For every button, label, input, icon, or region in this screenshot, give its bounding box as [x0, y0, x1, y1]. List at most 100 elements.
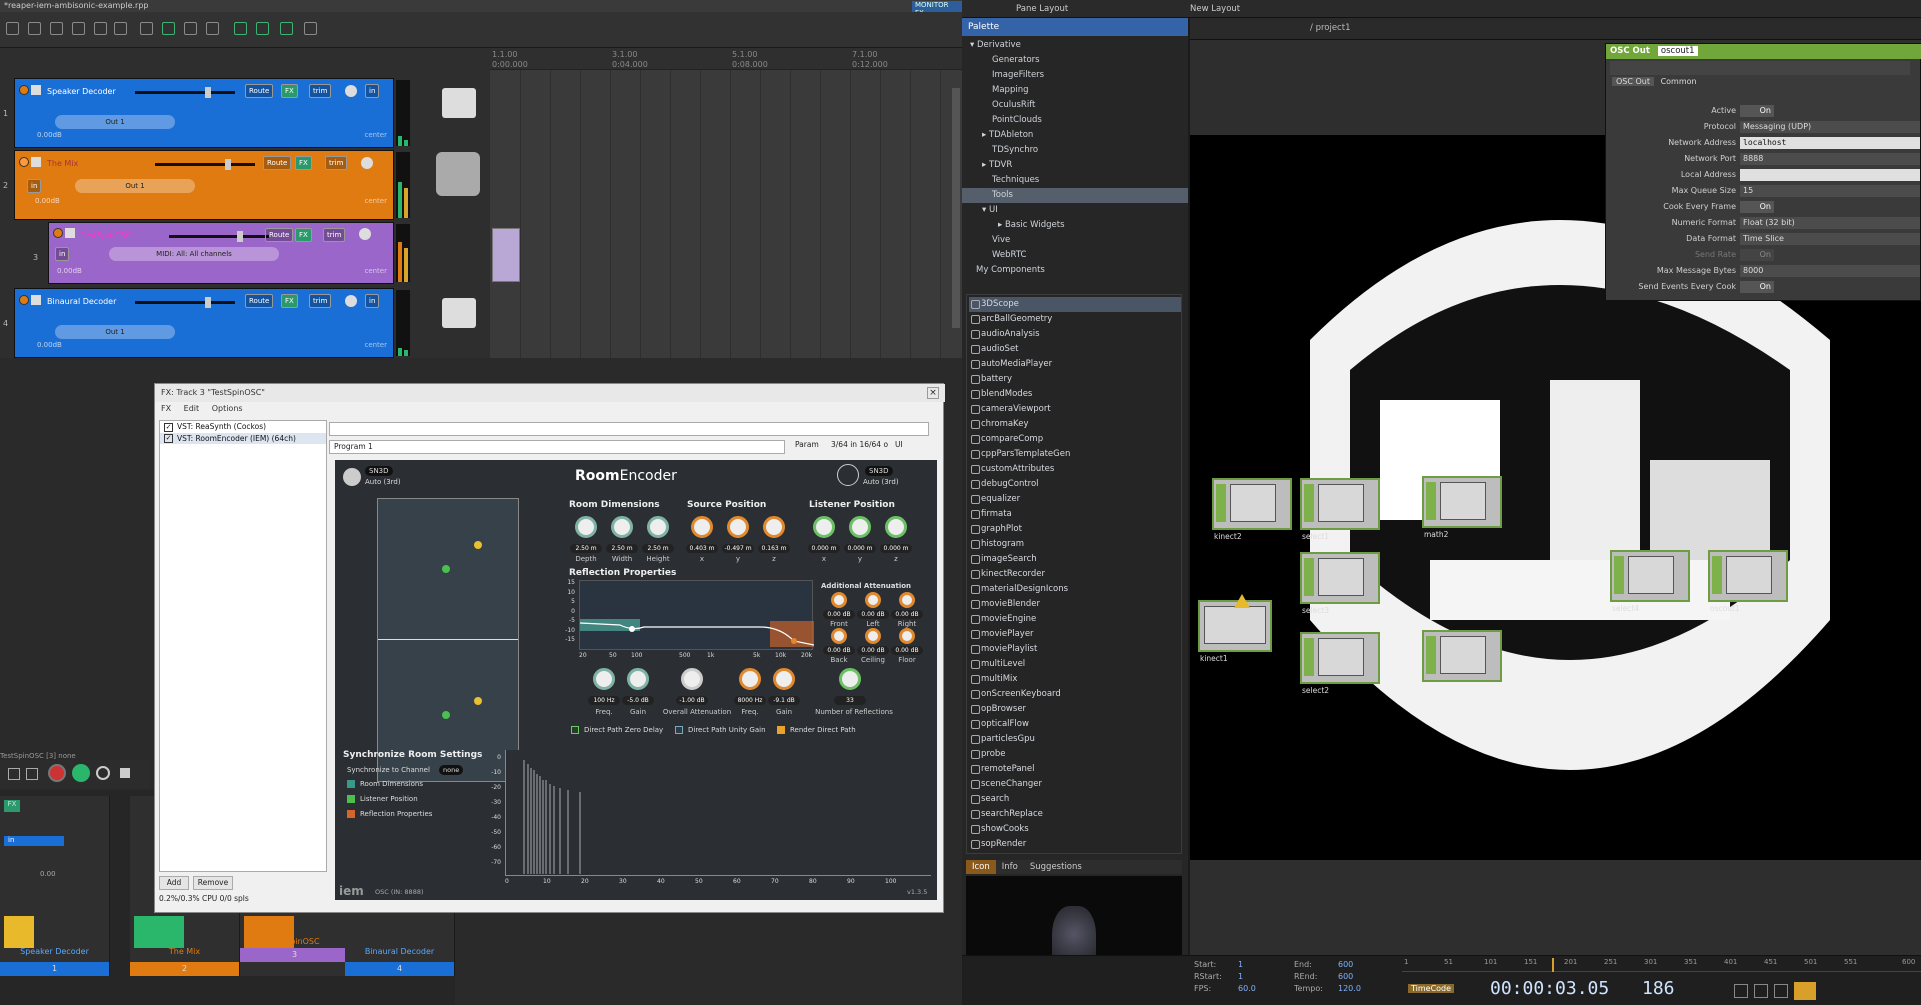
mixer-strip[interactable]: FX in 0.00 Speaker Decoder 1: [0, 796, 110, 976]
width-knob[interactable]: [611, 516, 633, 538]
palette-tree-item[interactable]: WebRTC: [962, 248, 1188, 263]
param-local-address[interactable]: Local Address: [1606, 168, 1921, 182]
trim-button[interactable]: trim: [309, 294, 332, 308]
track-name[interactable]: TestSpinOSC: [81, 231, 131, 240]
input-normalization[interactable]: SN3D: [365, 466, 393, 476]
component-item[interactable]: particlesGpu: [969, 732, 1181, 747]
lock-icon[interactable]: [304, 22, 317, 35]
reflection-eq-graph[interactable]: [579, 580, 815, 650]
track-3[interactable]: 3 TestSpinOSC Route FX trim in MIDI: All…: [33, 222, 394, 284]
node-select4[interactable]: select4: [1610, 550, 1690, 613]
param-active[interactable]: Active On: [1606, 104, 1921, 118]
ui-button[interactable]: UI: [895, 440, 903, 449]
fps-value[interactable]: 60.0: [1238, 984, 1256, 993]
listener-dot[interactable]: [442, 711, 450, 719]
component-item[interactable]: moviePlayer: [969, 627, 1181, 642]
room-visualizer[interactable]: [377, 498, 519, 782]
record-arm-icon[interactable]: [19, 295, 29, 305]
track-name[interactable]: The Mix: [47, 159, 78, 168]
component-item[interactable]: moviePlaylist: [969, 642, 1181, 657]
depth-knob[interactable]: [575, 516, 597, 538]
go-to-end-icon[interactable]: [26, 768, 38, 780]
tab-common[interactable]: Common: [1657, 77, 1701, 86]
component-item[interactable]: remotePanel: [969, 762, 1181, 777]
fx-list-item[interactable]: ✓ VST: RoomEncoder (IEM) (64ch): [160, 432, 326, 444]
component-item[interactable]: multiMix: [969, 672, 1181, 687]
component-item[interactable]: imageSearch: [969, 552, 1181, 567]
param-network-address[interactable]: Network Address localhost: [1606, 136, 1921, 150]
tab-suggestions[interactable]: Suggestions: [1024, 860, 1088, 874]
mixer-input[interactable]: in: [4, 836, 64, 846]
input-order[interactable]: Auto (3rd): [365, 478, 401, 486]
component-item[interactable]: cameraViewport: [969, 402, 1181, 417]
crossfade-icon[interactable]: [206, 22, 219, 35]
palette-tree-item[interactable]: My Components: [962, 263, 1188, 278]
component-item[interactable]: sopRender: [969, 837, 1181, 852]
io-selector[interactable]: Out 1: [75, 179, 195, 193]
phase-icon[interactable]: [31, 157, 41, 167]
overall-attenuation-knob[interactable]: [681, 668, 703, 690]
track-name[interactable]: Binaural Decoder: [47, 297, 116, 306]
component-item[interactable]: blendModes: [969, 387, 1181, 402]
listener-x-knob[interactable]: [813, 516, 835, 538]
remove-fx-button[interactable]: Remove: [193, 876, 233, 890]
mixer-fx-button[interactable]: FX: [4, 800, 20, 812]
timeline-ruler[interactable]: 1.1.00 3.1.00 5.1.00 7.1.00 0:00.000 0:0…: [490, 48, 962, 70]
right-knob[interactable]: [899, 592, 915, 608]
node-math2[interactable]: math2: [1422, 476, 1502, 539]
trim-button[interactable]: trim: [309, 84, 332, 98]
component-item[interactable]: searchReplace: [969, 807, 1181, 822]
source-dot[interactable]: [474, 541, 482, 549]
track-1[interactable]: 1 Speaker Decoder Route FX trim in Out 1…: [3, 78, 394, 148]
component-item[interactable]: probe: [969, 747, 1181, 762]
save-project-icon[interactable]: [50, 22, 63, 35]
palette-tree-item[interactable]: ▾ UI: [962, 203, 1188, 218]
stop-icon[interactable]: [120, 768, 130, 778]
arrange-view[interactable]: 1.1.00 3.1.00 5.1.00 7.1.00 0:00.000 0:0…: [490, 48, 962, 358]
plugin-thumbnail-icon[interactable]: [442, 298, 476, 328]
param-cook-every-frame[interactable]: Cook Every Frame On: [1606, 200, 1921, 214]
osc-status[interactable]: OSC (IN: 8888): [375, 888, 424, 896]
input-button[interactable]: in: [365, 294, 380, 308]
spin-osc-thumbnail-icon[interactable]: [436, 152, 480, 196]
component-item[interactable]: multiLevel: [969, 657, 1181, 672]
lowshelf-gain-knob[interactable]: [627, 668, 649, 690]
component-item[interactable]: debugControl: [969, 477, 1181, 492]
component-item[interactable]: compareComp: [969, 432, 1181, 447]
front-knob[interactable]: [831, 592, 847, 608]
pause-icon[interactable]: [1754, 984, 1768, 998]
component-item[interactable]: battery: [969, 372, 1181, 387]
io-pin-button[interactable]: 3/64 in 16/64 o: [831, 440, 888, 449]
volume-fader[interactable]: [155, 159, 255, 170]
component-item[interactable]: 3DScope: [969, 297, 1181, 312]
route-button[interactable]: Route: [245, 84, 274, 98]
highshelf-gain-knob[interactable]: [773, 668, 795, 690]
pane-layout-menu[interactable]: Pane Layout: [1016, 4, 1068, 14]
op-name-field[interactable]: oscout1: [1657, 46, 1698, 56]
component-item[interactable]: customAttributes: [969, 462, 1181, 477]
node-select2[interactable]: select2: [1300, 632, 1380, 695]
phase-icon[interactable]: [31, 85, 41, 95]
component-item[interactable]: firmata: [969, 507, 1181, 522]
component-item[interactable]: autoMediaPlayer: [969, 357, 1181, 372]
item-grouping-icon[interactable]: [184, 22, 197, 35]
checkbox-icon[interactable]: ✓: [164, 422, 173, 432]
node-kinect2[interactable]: kinect2: [1212, 478, 1292, 541]
record-arm-icon[interactable]: [19, 85, 29, 95]
record-arm-icon[interactable]: [53, 228, 63, 238]
component-item[interactable]: chromaKey: [969, 417, 1181, 432]
route-button[interactable]: Route: [263, 156, 292, 170]
listener-z-knob[interactable]: [885, 516, 907, 538]
component-item[interactable]: histogram: [969, 537, 1181, 552]
component-item[interactable]: audioSet: [969, 342, 1181, 357]
start-value[interactable]: 1: [1238, 960, 1243, 969]
track-name[interactable]: Speaker Decoder: [47, 87, 116, 96]
node-select1[interactable]: select1: [1300, 478, 1380, 541]
volume-fader[interactable]: [135, 297, 235, 308]
plugin-thumbnail-icon[interactable]: [442, 88, 476, 118]
add-fx-button[interactable]: Add: [159, 876, 189, 890]
tab-osc-out[interactable]: OSC Out: [1612, 77, 1655, 86]
component-item[interactable]: search: [969, 792, 1181, 807]
loop-icon[interactable]: [280, 22, 293, 35]
metronome-icon[interactable]: [140, 22, 153, 35]
